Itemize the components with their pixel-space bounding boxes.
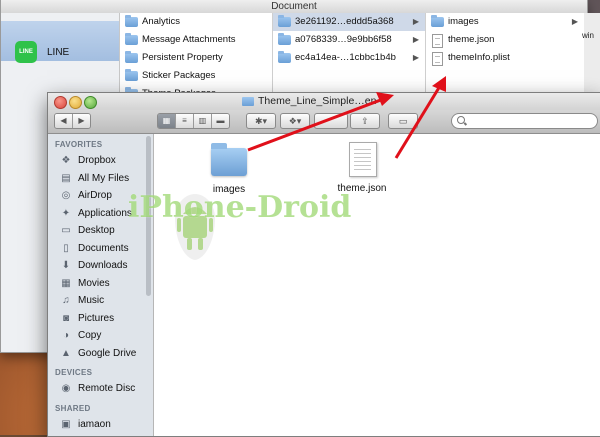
google-drive-icon: ▲ <box>61 347 71 359</box>
sidebar-item-music[interactable]: ♫ Music <box>48 292 153 310</box>
minimize-button[interactable] <box>69 96 82 109</box>
sidebar-heading-shared: SHARED <box>55 403 91 413</box>
folder-icon <box>211 143 247 176</box>
sidebar-item-iamaon[interactable]: ▣ iamaon <box>48 416 153 434</box>
partial-text: win <box>582 31 595 40</box>
icon-view-button[interactable]: ▦ <box>158 114 176 128</box>
disclosure-arrow-icon: ▶ <box>412 35 419 44</box>
folder-icon <box>278 33 291 45</box>
search-field[interactable] <box>451 113 598 129</box>
all-files-icon: ▤ <box>61 172 71 184</box>
document-icon <box>432 34 443 48</box>
sidebar-item-label: LINE <box>47 47 70 58</box>
disclosure-arrow-icon: ▶ <box>412 17 419 26</box>
downloads-icon: ⬇ <box>61 260 71 271</box>
dropbox-button[interactable]: ❖▾ <box>280 113 310 129</box>
window-title: Document <box>1 0 587 14</box>
shared-computer-icon: ▣ <box>61 418 71 430</box>
search-icon <box>457 116 465 124</box>
coverflow-view-button[interactable]: ▬ <box>212 114 229 128</box>
sidebar-item-google-drive[interactable]: ▲ Google Drive <box>48 345 153 363</box>
sidebar-item-all-my-files[interactable]: ▤ All My Files <box>48 170 153 188</box>
folder-icon <box>125 51 138 63</box>
gear-icon: ✱▾ <box>254 116 268 126</box>
folder-icon <box>125 15 138 27</box>
sidebar-item-movies[interactable]: ▦ Movies <box>48 275 153 293</box>
tag-icon: ▭ <box>398 116 408 126</box>
action-button[interactable]: ✱▾ <box>246 113 276 129</box>
sidebar-heading-devices: DEVICES <box>55 368 93 377</box>
folder-icon <box>125 69 138 81</box>
finder-sidebar: FAVORITES ❖ Dropbox ▤ All My Files ◎ AirDro… <box>48 134 154 436</box>
tag-button[interactable]: ▭ <box>388 113 418 129</box>
list-item[interactable]: a0768339…9e9bb6f58 ▶ <box>273 31 425 49</box>
music-icon: ♫ <box>62 295 70 306</box>
forward-button[interactable]: ▶ <box>73 114 90 128</box>
disclosure-arrow-icon: ▶ <box>412 53 419 62</box>
list-item[interactable]: themeInfo.plist <box>426 49 584 67</box>
desktop-icon: ▭ <box>61 225 71 236</box>
sidebar-heading-favorites: FAVORITES <box>55 140 103 149</box>
folder-icon <box>242 97 254 106</box>
sidebar-item-remote-disc[interactable]: ◉ Remote Disc <box>48 380 153 398</box>
watermark-text: iPhone-Droid <box>128 190 352 225</box>
copy-icon: ◑ <box>62 330 70 341</box>
list-item[interactable]: ec4a14ea-…1cbbc1b4b ▶ <box>273 49 425 67</box>
close-button[interactable] <box>54 96 67 109</box>
list-view-button[interactable]: ≡ <box>176 114 194 128</box>
list-item[interactable]: images ▶ <box>426 13 584 31</box>
documents-icon: ▯ <box>63 242 69 254</box>
window-titlebar[interactable]: Theme_Line_Simple…en <box>48 93 600 110</box>
applications-icon: ✦ <box>61 207 71 219</box>
file-item-theme-json[interactable]: theme.json <box>322 142 402 194</box>
list-item[interactable]: Message Attachments <box>120 31 272 49</box>
back-forward-buttons: ◀ ▶ <box>54 113 91 129</box>
sidebar-item-documents[interactable]: ▯ Documents <box>48 240 153 258</box>
view-mode-selector: ▦ ≡ ▥ ▬ <box>157 113 230 129</box>
window-title: Theme_Line_Simple…en <box>242 95 376 107</box>
finder-toolbar: ◀ ▶ ▦ ≡ ▥ ▬ ✱▾ ❖▾ ⇪ ▭ <box>48 110 600 134</box>
remote-disc-icon: ◉ <box>61 383 71 394</box>
finder-content-area: images theme.json <box>154 134 600 436</box>
zoom-button[interactable] <box>84 96 97 109</box>
folder-icon <box>431 15 444 27</box>
dropbox-icon: ❖▾ <box>288 116 302 126</box>
list-item[interactable]: Sticker Packages <box>120 67 272 85</box>
sidebar-item-dropbox[interactable]: ❖ Dropbox <box>48 152 153 170</box>
dropbox-icon: ❖ <box>61 155 71 166</box>
document-icon <box>432 52 443 66</box>
list-item[interactable]: Analytics <box>120 13 272 31</box>
share-button[interactable]: ⇪ <box>350 113 380 129</box>
sidebar-item-line[interactable]: LINE LINE <box>1 21 119 63</box>
folder-icon <box>125 33 138 45</box>
list-item[interactable]: theme.json <box>426 31 584 49</box>
sidebar-item-pictures[interactable]: ◙ Pictures <box>48 310 153 328</box>
share-icon: ⇪ <box>361 116 369 126</box>
sidebar-item-copy[interactable]: ◑ Copy <box>48 327 153 345</box>
list-item[interactable]: Persistent Property <box>120 49 272 67</box>
column-view-button[interactable]: ▥ <box>194 114 212 128</box>
line-app-icon: LINE <box>15 41 37 63</box>
toolbar-button[interactable] <box>314 113 348 129</box>
back-button[interactable]: ◀ <box>55 114 73 128</box>
search-input[interactable] <box>468 114 588 128</box>
sidebar-item-downloads[interactable]: ⬇ Downloads <box>48 257 153 275</box>
pictures-icon: ◙ <box>62 312 70 324</box>
front-finder-window: Theme_Line_Simple…en ◀ ▶ ▦ ≡ ▥ ▬ ✱▾ ❖▾ ⇪… <box>47 92 600 437</box>
folder-icon <box>278 51 291 63</box>
movies-icon: ▦ <box>61 277 71 289</box>
folder-icon <box>278 15 291 27</box>
airdrop-icon: ◎ <box>61 190 71 201</box>
disclosure-arrow-icon: ▶ <box>571 17 578 26</box>
list-item[interactable]: 3e261192…eddd5a368 ▶ <box>273 13 425 31</box>
document-icon <box>349 142 377 177</box>
